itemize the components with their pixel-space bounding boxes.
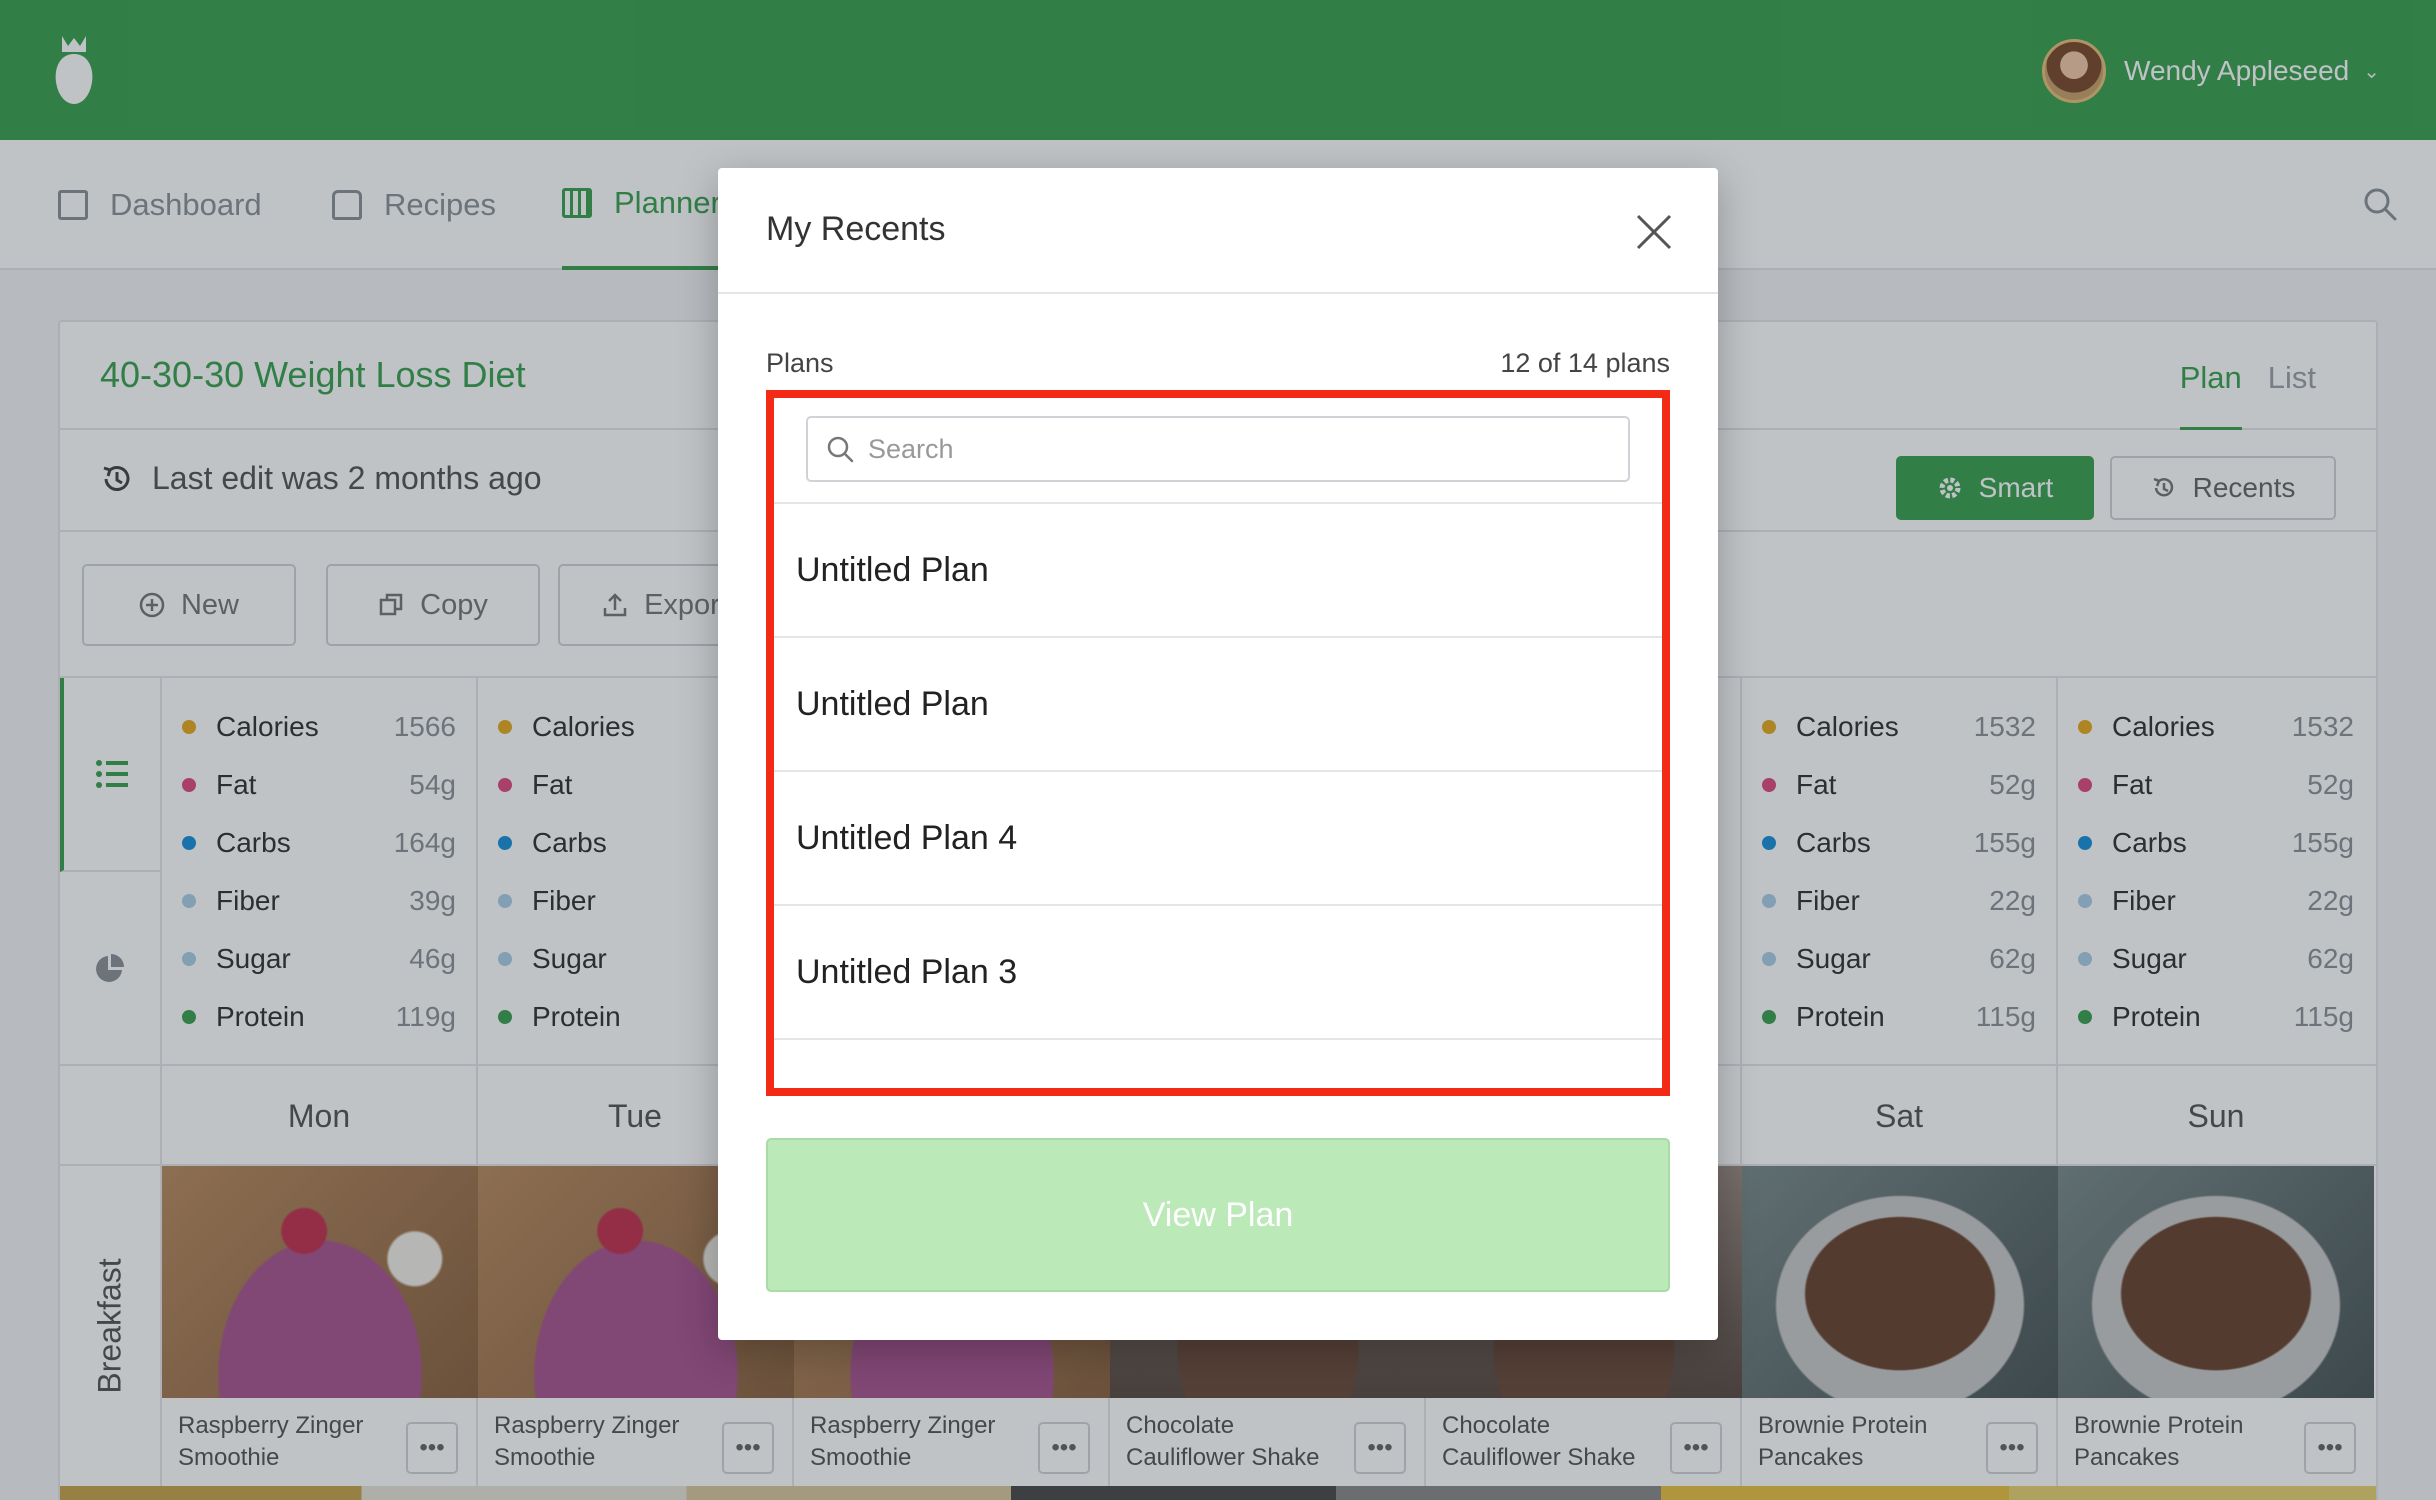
plan-list-item[interactable]: Untitled Plan 3 [774, 906, 1662, 1040]
search-placeholder: Search [868, 433, 954, 464]
plan-list-item[interactable]: Untitled Plan [774, 504, 1662, 638]
close-icon[interactable] [1634, 212, 1674, 252]
search-icon [827, 436, 854, 463]
plans-count: 12 of 14 plans [1500, 348, 1670, 378]
plans-list[interactable]: Search Untitled Plan Untitled Plan Untit… [766, 390, 1670, 1096]
modal-header: My Recents [718, 168, 1718, 294]
plans-search-wrap: Search [774, 398, 1662, 504]
modal-title: My Recents [766, 210, 946, 248]
plans-label: Plans [766, 348, 834, 378]
plan-list-item[interactable]: Untitled Plan [774, 638, 1662, 772]
plan-list-item[interactable]: Untitled Plan 2 [774, 1040, 1662, 1089]
plan-list-item[interactable]: Untitled Plan 4 [774, 772, 1662, 906]
view-plan-button[interactable]: View Plan [766, 1138, 1670, 1292]
plans-search-input[interactable]: Search [806, 416, 1630, 482]
recents-modal: My Recents Plans 12 of 14 plans Search U… [718, 168, 1718, 1340]
